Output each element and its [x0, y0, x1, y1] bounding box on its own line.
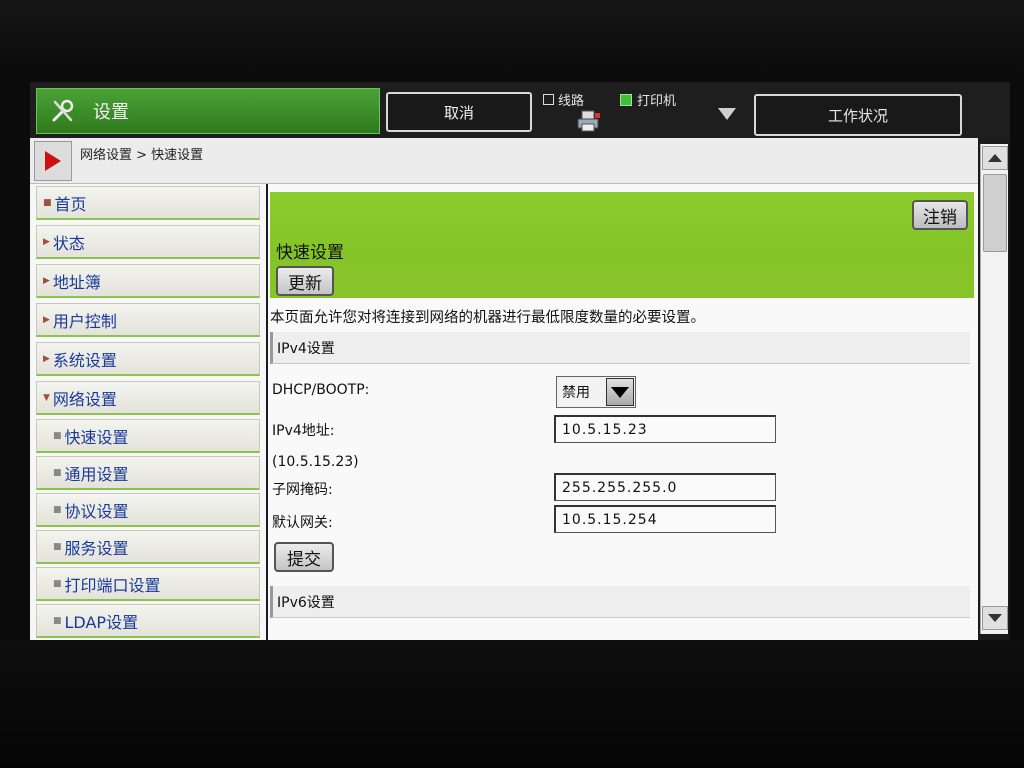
refresh-button[interactable]: 更新	[276, 266, 334, 296]
settings-mode-label: 设置	[93, 102, 129, 123]
bullet-icon: ■	[43, 197, 52, 208]
ipv4-current-address: (10.5.15.23)	[272, 454, 359, 470]
bullet-icon: ■	[53, 504, 62, 515]
sidebar-item-label: LDAP设置	[64, 612, 139, 632]
sidebar-item-ldap-settings[interactable]: ■ LDAP设置	[36, 604, 260, 638]
device-bezel-bottom	[0, 640, 1024, 768]
expand-arrow-icon: ▶	[43, 275, 50, 286]
sidebar-item-network-settings[interactable]: ▼ 网络设置	[36, 381, 260, 415]
system-bar: 设置 取消 线路 打印机 工作状况	[30, 82, 1010, 138]
ipv4-address-field[interactable]: 10.5.15.23	[554, 415, 776, 443]
sidebar-item-service-settings[interactable]: ■ 服务设置	[36, 530, 260, 564]
sidebar-item-system-settings[interactable]: ▶ 系统设置	[36, 342, 260, 376]
bullet-icon: ■	[53, 578, 62, 589]
dhcp-select-value: 禁用	[562, 385, 590, 401]
sidebar-item-status[interactable]: ▶ 状态	[36, 225, 260, 259]
device-bezel-top	[0, 0, 1024, 80]
scroll-thumb[interactable]	[983, 174, 1007, 252]
sidebar-item-general-settings[interactable]: ■ 通用设置	[36, 456, 260, 490]
chevron-down-icon[interactable]	[606, 378, 634, 406]
tools-icon	[49, 97, 77, 125]
dhcp-label: DHCP/BOOTP:	[272, 382, 370, 398]
sidebar-item-label: 首页	[54, 194, 87, 214]
logout-button[interactable]: 注销	[912, 200, 968, 230]
sidebar-item-label: 网络设置	[52, 389, 117, 409]
default-gateway-field[interactable]: 10.5.15.254	[554, 505, 776, 533]
sidebar-item-quick-settings[interactable]: ■ 快速设置	[36, 419, 260, 453]
bullet-icon: ■	[53, 430, 62, 441]
bullet-icon: ■	[53, 541, 62, 552]
sidebar-item-label: 服务设置	[64, 538, 129, 558]
sidebar-item-protocol-settings[interactable]: ■ 协议设置	[36, 493, 260, 527]
printer-icon[interactable]	[576, 110, 602, 132]
sidebar-item-label: 打印端口设置	[64, 575, 161, 595]
expand-arrow-icon: ▶	[43, 236, 50, 247]
sidebar: ■ 首页 ▶ 状态 ▶ 地址簿 ▶ 用户控制 ▶ 系统设置 ▼ 网络设置 ■ 快…	[30, 184, 266, 640]
line-checkbox-box	[543, 94, 554, 105]
scroll-up-button[interactable]	[982, 146, 1008, 170]
scrollbar[interactable]	[980, 144, 1008, 634]
sidebar-item-label: 地址簿	[52, 272, 101, 292]
ipv4-section-header: IPv4设置	[270, 332, 970, 364]
subnet-mask-field[interactable]: 255.255.255.0	[554, 473, 776, 501]
page-description: 本页面允许您对将连接到网络的机器进行最低限度数量的必要设置。	[270, 310, 705, 326]
ipv6-section-header: IPv6设置	[270, 586, 970, 618]
sidebar-item-home[interactable]: ■ 首页	[36, 186, 260, 220]
expand-arrow-icon: ▶	[43, 314, 50, 325]
default-gateway-label: 默认网关:	[272, 515, 333, 531]
expand-arrow-icon: ▶	[43, 353, 50, 364]
bullet-icon: ■	[53, 615, 62, 626]
breadcrumb: 网络设置 > 快速设置	[80, 148, 204, 163]
sidebar-item-label: 系统设置	[52, 350, 117, 370]
sidebar-item-label: 通用设置	[64, 464, 129, 484]
page-title: 快速设置	[276, 243, 344, 263]
touch-screen: 设置 取消 线路 打印机 工作状况 网络设置 > 快速设置 ■ 首页 ▶ 状态 …	[30, 82, 1010, 640]
job-status-button[interactable]: 工作状况	[754, 94, 962, 136]
page-header: 注销 快速设置 更新	[270, 192, 974, 298]
cancel-button[interactable]: 取消	[386, 92, 532, 132]
main-content: 注销 快速设置 更新 本页面允许您对将连接到网络的机器进行最低限度数量的必要设置…	[268, 184, 978, 640]
scroll-down-button[interactable]	[982, 606, 1008, 630]
breadcrumb-bar: 网络设置 > 快速设置	[30, 138, 978, 184]
printer-checkbox[interactable]: 打印机	[620, 90, 676, 109]
sidebar-item-print-port-settings[interactable]: ■ 打印端口设置	[36, 567, 260, 601]
ipv4-address-label: IPv4地址:	[272, 423, 335, 439]
dhcp-select[interactable]: 禁用	[556, 376, 636, 408]
submit-button[interactable]: 提交	[274, 542, 334, 572]
play-icon[interactable]	[34, 141, 72, 181]
printer-checkbox-box	[620, 93, 632, 106]
sidebar-item-address-book[interactable]: ▶ 地址簿	[36, 264, 260, 298]
sidebar-item-label: 协议设置	[64, 501, 129, 521]
sidebar-item-label: 快速设置	[64, 427, 129, 447]
printer-label: 打印机	[637, 94, 677, 109]
subnet-mask-label: 子网掩码:	[272, 482, 333, 498]
sidebar-item-label: 状态	[52, 233, 85, 253]
chevron-down-icon[interactable]	[718, 108, 736, 120]
line-label: 线路	[558, 94, 585, 109]
line-checkbox[interactable]: 线路	[543, 90, 584, 109]
header-band	[270, 262, 974, 298]
sidebar-item-user-control[interactable]: ▶ 用户控制	[36, 303, 260, 337]
sidebar-item-label: 用户控制	[52, 311, 117, 331]
settings-mode-tab[interactable]: 设置	[36, 88, 380, 134]
collapse-arrow-icon: ▼	[43, 392, 50, 403]
bullet-icon: ■	[53, 467, 62, 478]
